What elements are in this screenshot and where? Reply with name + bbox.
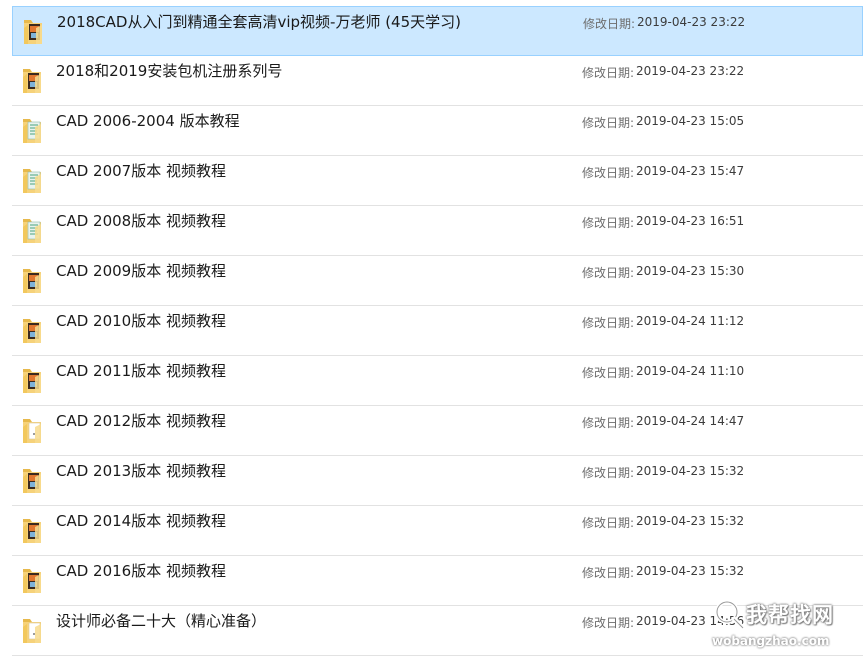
modified-date-value: 2019-04-23 15:32 xyxy=(636,564,745,578)
folder-with-image-icon xyxy=(22,16,44,46)
file-row[interactable]: 2018和2019安装包机注册系列号 修改日期: 2019-04-23 23:22 xyxy=(12,56,863,106)
modified-date-label: 修改日期: xyxy=(582,266,635,280)
modified-date-value: 2019-04-23 15:47 xyxy=(636,164,745,178)
modified-date-label: 修改日期: xyxy=(582,316,635,330)
file-row[interactable]: CAD 2006-2004 版本教程 修改日期: 2019-04-23 15:05 xyxy=(12,106,863,156)
file-name[interactable]: 2018CAD从入门到精通全套高清vip视频-万老师 (45天学习) xyxy=(57,11,461,32)
folder-with-image-icon xyxy=(21,565,43,595)
file-name[interactable]: 2018和2019安装包机注册系列号 xyxy=(56,60,282,81)
modified-date-value: 2019-04-23 16:51 xyxy=(636,214,745,228)
file-row[interactable]: CAD 2010版本 视频教程 修改日期: 2019-04-24 11:12 xyxy=(12,306,863,356)
modified-date-value: 2019-04-24 14:47 xyxy=(636,414,745,428)
file-name[interactable]: CAD 2007版本 视频教程 xyxy=(56,160,226,181)
modified-date-label: 修改日期: xyxy=(582,416,635,430)
file-row[interactable]: CAD 2014版本 视频教程 修改日期: 2019-04-23 15:32 xyxy=(12,506,863,556)
file-name[interactable]: 设计师必备二十大（精心准备） xyxy=(56,610,266,631)
file-name[interactable]: CAD 2012版本 视频教程 xyxy=(56,410,226,431)
modified-date-label: 修改日期: xyxy=(582,466,635,480)
modified-date-value: 2019-04-23 15:05 xyxy=(636,114,745,128)
watermark-url: wobangzhao.com xyxy=(712,634,830,648)
modified-date-label: 修改日期: xyxy=(582,616,635,630)
file-row[interactable]: CAD 2012版本 视频教程 修改日期: 2019-04-24 14:47 xyxy=(12,406,863,456)
file-row[interactable]: CAD 2008版本 视频教程 修改日期: 2019-04-23 16:51 xyxy=(12,206,863,256)
folder-with-image-icon xyxy=(21,315,43,345)
file-name[interactable]: CAD 2011版本 视频教程 xyxy=(56,360,226,381)
file-name[interactable]: CAD 2013版本 视频教程 xyxy=(56,460,226,481)
modified-date-value: 2019-04-23 23:22 xyxy=(636,64,745,78)
file-list: 2018CAD从入门到精通全套高清vip视频-万老师 (45天学习) 修改日期: 2… xyxy=(12,6,863,656)
file-row[interactable]: CAD 2011版本 视频教程 修改日期: 2019-04-24 11:10 xyxy=(12,356,863,406)
modified-date-value: 2019-04-24 11:12 xyxy=(636,314,745,328)
folder-with-image-icon xyxy=(21,465,43,495)
file-row[interactable]: CAD 2013版本 视频教程 修改日期: 2019-04-23 15:32 xyxy=(12,456,863,506)
file-name[interactable]: CAD 2014版本 视频教程 xyxy=(56,510,226,531)
folder-with-image-icon xyxy=(21,265,43,295)
modified-date-label: 修改日期: xyxy=(582,166,635,180)
file-row[interactable]: CAD 2007版本 视频教程 修改日期: 2019-04-23 15:47 xyxy=(12,156,863,206)
modified-date-value: 2019-04-23 23:22 xyxy=(637,15,746,29)
modified-date-value: 2019-04-23 15:30 xyxy=(636,264,745,278)
file-row[interactable]: 2018CAD从入门到精通全套高清vip视频-万老师 (45天学习) 修改日期: 2… xyxy=(12,6,863,56)
folder-with-image-icon xyxy=(21,65,43,95)
modified-date-label: 修改日期: xyxy=(582,116,635,130)
folder-with-image-icon xyxy=(21,365,43,395)
magnifier-logo-icon xyxy=(715,600,746,631)
folder-with-image-icon xyxy=(21,515,43,545)
file-row[interactable]: CAD 2009版本 视频教程 修改日期: 2019-04-23 15:30 xyxy=(12,256,863,306)
file-name[interactable]: CAD 2016版本 视频教程 xyxy=(56,560,226,581)
modified-date-label: 修改日期: xyxy=(582,366,635,380)
file-name[interactable]: CAD 2009版本 视频教程 xyxy=(56,260,226,281)
modified-date-label: 修改日期: xyxy=(582,216,635,230)
modified-date-label: 修改日期: xyxy=(583,17,636,31)
folder-with-document-icon xyxy=(21,215,43,245)
folder-with-document-icon xyxy=(21,165,43,195)
modified-date-label: 修改日期: xyxy=(582,516,635,530)
watermark: 我帮找网 wobangzhao.com xyxy=(708,593,858,659)
file-name[interactable]: CAD 2006-2004 版本教程 xyxy=(56,110,240,131)
file-name[interactable]: CAD 2010版本 视频教程 xyxy=(56,310,226,331)
folder-with-document-icon xyxy=(21,115,43,145)
modified-date-label: 修改日期: xyxy=(582,66,635,80)
modified-date-label: 修改日期: xyxy=(582,566,635,580)
modified-date-value: 2019-04-23 15:32 xyxy=(636,464,745,478)
folder-blank-icon xyxy=(21,615,43,645)
modified-date-value: 2019-04-23 15:32 xyxy=(636,514,745,528)
file-name[interactable]: CAD 2008版本 视频教程 xyxy=(56,210,226,231)
folder-blank-icon xyxy=(21,415,43,445)
watermark-title: 我帮找网 xyxy=(746,603,834,627)
modified-date-value: 2019-04-24 11:10 xyxy=(636,364,745,378)
